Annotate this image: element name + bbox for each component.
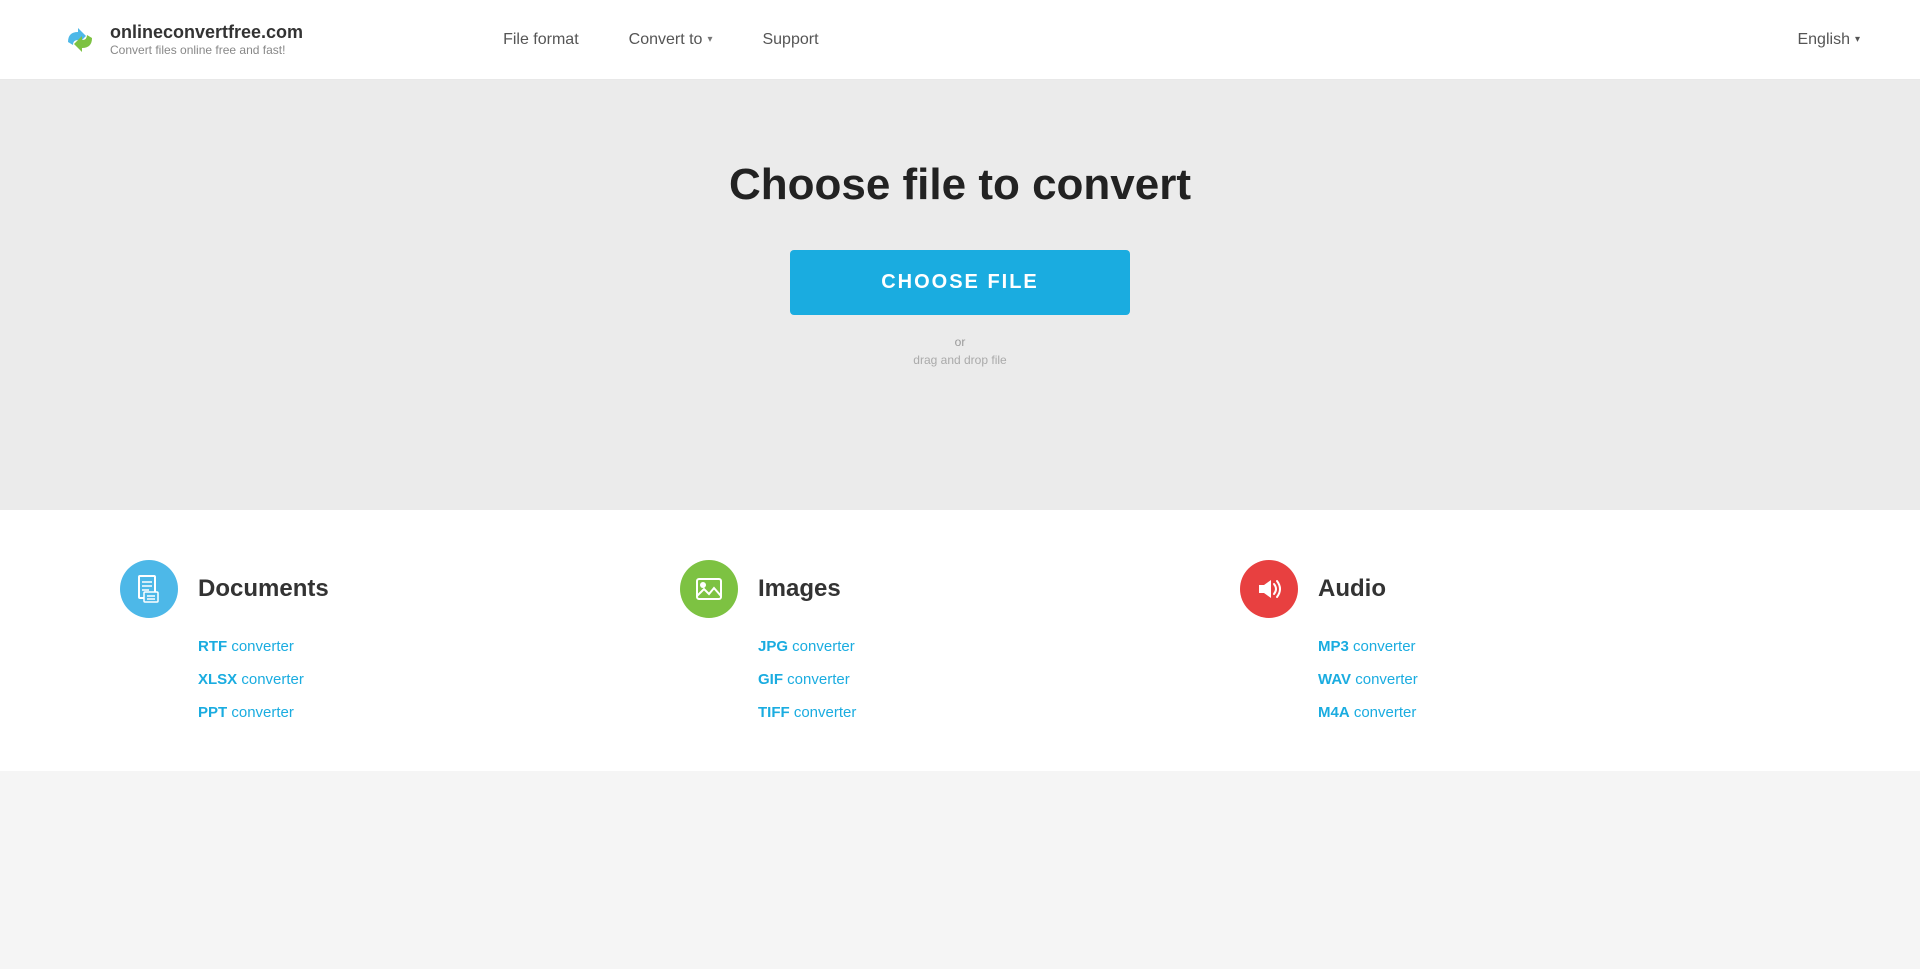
audio-links: MP3 converter WAV converter M4A converte… — [1240, 638, 1800, 721]
ppt-converter-link[interactable]: PPT converter — [198, 704, 680, 721]
logo-title: onlineconvertfree.com — [110, 22, 303, 43]
nav-convert-to[interactable]: Convert to ▾ — [629, 31, 713, 49]
audio-title: Audio — [1318, 575, 1386, 603]
category-audio: Audio MP3 converter WAV converter M4A co… — [1240, 560, 1800, 721]
logo-text: onlineconvertfree.com Convert files onli… — [110, 22, 303, 57]
category-documents-header: Documents — [120, 560, 680, 618]
documents-icon-circle — [120, 560, 178, 618]
language-label: English — [1797, 31, 1849, 49]
images-title: Images — [758, 575, 841, 603]
audio-icon — [1254, 574, 1284, 604]
language-dropdown-arrow: ▾ — [1855, 34, 1860, 45]
categories-section: Documents RTF converter XLSX converter P… — [0, 510, 1920, 771]
language-selector[interactable]: English ▾ — [1797, 31, 1860, 49]
hero-title: Choose file to convert — [729, 160, 1191, 210]
drag-drop-area: or drag and drop file — [913, 335, 1006, 367]
category-images: Images JPG converter GIF converter TIFF … — [680, 560, 1240, 721]
category-documents: Documents RTF converter XLSX converter P… — [120, 560, 680, 721]
tiff-converter-link[interactable]: TIFF converter — [758, 704, 1240, 721]
nav-support[interactable]: Support — [762, 31, 818, 49]
m4a-converter-link[interactable]: M4A converter — [1318, 704, 1800, 721]
drag-or-text: or — [913, 335, 1006, 349]
image-icon — [694, 574, 724, 604]
document-icon — [134, 574, 164, 604]
gif-converter-link[interactable]: GIF converter — [758, 671, 1240, 688]
wav-converter-link[interactable]: WAV converter — [1318, 671, 1800, 688]
xlsx-converter-link[interactable]: XLSX converter — [198, 671, 680, 688]
logo-subtitle: Convert files online free and fast! — [110, 43, 303, 57]
category-audio-header: Audio — [1240, 560, 1800, 618]
convert-to-dropdown-arrow: ▾ — [707, 34, 712, 45]
logo-icon — [60, 20, 100, 60]
main-nav: File format Convert to ▾ Support — [503, 31, 818, 49]
images-links: JPG converter GIF converter TIFF convert… — [680, 638, 1240, 721]
header: onlineconvertfree.com Convert files onli… — [0, 0, 1920, 80]
logo[interactable]: onlineconvertfree.com Convert files onli… — [60, 20, 303, 60]
images-icon-circle — [680, 560, 738, 618]
audio-icon-circle — [1240, 560, 1298, 618]
hero-section: Choose file to convert CHOOSE FILE or dr… — [0, 80, 1920, 510]
nav-file-format[interactable]: File format — [503, 31, 579, 49]
documents-title: Documents — [198, 575, 329, 603]
rtf-converter-link[interactable]: RTF converter — [198, 638, 680, 655]
documents-links: RTF converter XLSX converter PPT convert… — [120, 638, 680, 721]
mp3-converter-link[interactable]: MP3 converter — [1318, 638, 1800, 655]
category-images-header: Images — [680, 560, 1240, 618]
choose-file-button[interactable]: CHOOSE FILE — [790, 250, 1130, 315]
jpg-converter-link[interactable]: JPG converter — [758, 638, 1240, 655]
drag-drop-text: drag and drop file — [913, 353, 1006, 367]
